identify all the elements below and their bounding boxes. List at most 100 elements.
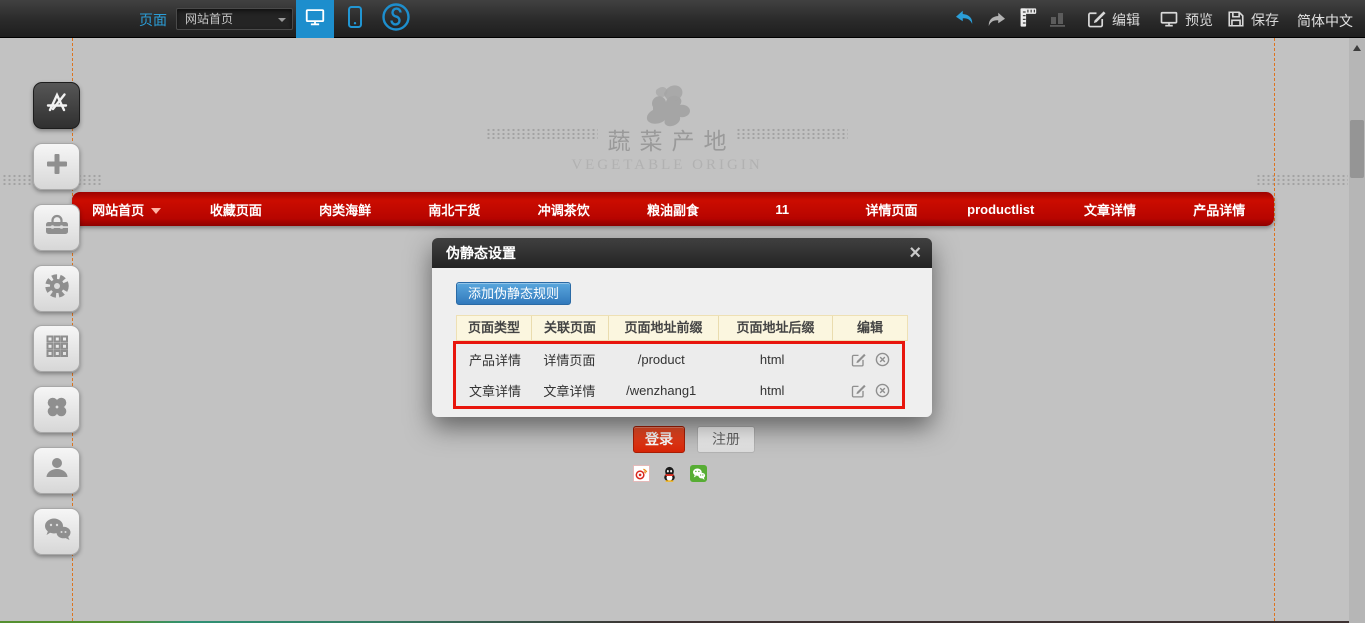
nav-item-label: 产品详情 [1193, 203, 1245, 218]
undo-button[interactable] [954, 9, 976, 31]
scroll-up-arrow-icon[interactable] [1353, 45, 1361, 51]
module-grid-icon [44, 333, 70, 364]
add-icon [44, 151, 70, 182]
nav-item[interactable]: 11 [728, 202, 837, 217]
chevron-down-icon [151, 208, 161, 214]
rule-table-header: 页面类型 关联页面 页面地址前缀 页面地址后缀 编辑 [456, 315, 908, 341]
dialog-header[interactable]: 伪静态设置 × [432, 238, 932, 268]
pencil-square-icon [1087, 9, 1106, 31]
nav-item-label: 详情页面 [865, 203, 917, 218]
page-select-value: 网站首页 [185, 12, 233, 26]
cell-url-suffix: html [716, 352, 829, 367]
stats-icon [1048, 8, 1068, 33]
nav-item-label: 肉类海鲜 [319, 203, 371, 218]
toolbox-icon [43, 213, 71, 242]
column-header: 关联页面 [532, 316, 609, 340]
share-circle-button[interactable] [376, 0, 416, 38]
redo-button[interactable] [985, 9, 1007, 31]
page-select[interactable]: 网站首页 [176, 8, 293, 30]
table-row: 产品详情 详情页面 /product html [456, 344, 902, 375]
sidebar-item-design[interactable] [33, 82, 80, 129]
phone-icon [347, 4, 363, 35]
nav-item[interactable]: 文章详情 [1055, 200, 1164, 219]
login-button[interactable]: 登录 [633, 426, 685, 453]
vertical-scrollbar[interactable] [1349, 38, 1365, 623]
nav-item[interactable]: 肉类海鲜 [291, 200, 400, 219]
save-button[interactable]: 保存 [1227, 9, 1279, 31]
nav-item-label: 文章详情 [1084, 203, 1136, 218]
cell-page-type: 产品详情 [456, 350, 530, 369]
nav-item-home[interactable]: 网站首页 [72, 200, 181, 219]
edit-row-icon[interactable] [851, 352, 866, 367]
sidebar-item-modules[interactable] [33, 325, 80, 372]
nav-item-label: 冲调茶饮 [538, 203, 590, 218]
monitor-icon [1159, 9, 1179, 32]
nav-item-label: 网站首页 [92, 203, 144, 218]
save-button-label: 保存 [1251, 10, 1279, 30]
scrollbar-thumb[interactable] [1350, 120, 1364, 178]
nav-item[interactable]: 详情页面 [837, 200, 946, 219]
dialog-title: 伪静态设置 [432, 238, 932, 268]
sidebar-item-plugins[interactable] [33, 386, 80, 433]
nav-item[interactable]: 冲调茶饮 [509, 200, 618, 219]
column-header: 页面类型 [457, 316, 532, 340]
nav-item[interactable]: 南北干货 [400, 200, 509, 219]
close-icon[interactable]: × [909, 241, 921, 265]
chevron-down-icon [278, 18, 286, 22]
register-button[interactable]: 注册 [697, 426, 755, 453]
sidebar-item-toolbox[interactable] [33, 204, 80, 251]
cell-page-type: 文章详情 [456, 381, 530, 400]
app-design-icon [43, 89, 71, 122]
site-nav-bar: 网站首页 收藏页面 肉类海鲜 南北干货 冲调茶饮 粮油副食 11 详情页面 pr… [72, 192, 1274, 226]
ruler-button[interactable] [1016, 9, 1038, 31]
nav-item[interactable]: 产品详情 [1165, 200, 1274, 219]
edit-button[interactable]: 编辑 [1087, 9, 1140, 31]
editor-canvas: 蔬菜产地 VEGETABLE ORIGIN 网站首页 收藏页面 肉类海鲜 南北干… [0, 38, 1365, 623]
sidebar-item-settings[interactable] [33, 265, 80, 312]
column-header: 页面地址前缀 [609, 316, 719, 340]
sidebar-item-add[interactable] [33, 143, 80, 190]
rule-rows-highlight-box: 产品详情 详情页面 /product html 文章详情 文章详情 [453, 341, 905, 409]
cell-linked-page: 详情页面 [530, 350, 606, 369]
settings-gear-icon [43, 272, 71, 305]
add-rule-button[interactable]: 添加伪静态规则 [456, 282, 571, 305]
delete-row-icon[interactable] [875, 352, 890, 367]
redo-icon [985, 11, 1007, 29]
delete-row-icon[interactable] [875, 383, 890, 398]
edit-row-icon[interactable] [851, 383, 866, 398]
rule-table: 页面类型 关联页面 页面地址前缀 页面地址后缀 编辑 产品详情 详情页面 /pr… [456, 315, 908, 409]
wechat-icon[interactable] [690, 465, 707, 482]
app-root: 页面 网站首页 编辑 预览 [0, 0, 1365, 623]
nav-item-label: 收藏页面 [210, 203, 262, 218]
nav-item[interactable]: 粮油副食 [618, 200, 727, 219]
table-row: 文章详情 文章详情 /wenzhang1 html [456, 375, 902, 406]
nav-item[interactable]: 收藏页面 [181, 200, 290, 219]
preview-button[interactable]: 预览 [1159, 9, 1213, 31]
dotted-divider [1256, 174, 1348, 185]
nav-item-label: 南北干货 [428, 203, 480, 218]
edit-button-label: 编辑 [1112, 10, 1140, 30]
mobile-view-button[interactable] [338, 0, 372, 38]
weibo-icon[interactable] [633, 465, 650, 482]
cell-url-prefix: /wenzhang1 [607, 383, 716, 398]
member-person-icon [44, 455, 70, 486]
nav-item[interactable]: productlist [946, 202, 1055, 217]
column-header: 页面地址后缀 [719, 316, 833, 340]
plugin-clover-icon [44, 394, 70, 425]
site-logo-subtitle: VEGETABLE ORIGIN [0, 157, 1334, 174]
sidebar-item-member[interactable] [33, 447, 80, 494]
qq-icon[interactable] [661, 465, 678, 482]
preview-button-label: 预览 [1185, 10, 1213, 30]
desktop-view-button[interactable] [296, 0, 334, 38]
pseudo-static-dialog: 伪静态设置 × 添加伪静态规则 页面类型 关联页面 页面地址前缀 页面地址后缀 … [432, 238, 932, 417]
undo-icon [954, 9, 976, 32]
stats-button [1048, 9, 1068, 31]
layout-guide-right [1274, 38, 1275, 621]
language-button[interactable]: 简体中文 [1297, 11, 1353, 31]
nav-item-label: 粮油副食 [647, 203, 699, 218]
circle-link-icon [381, 2, 411, 37]
nav-item-label: productlist [967, 202, 1034, 217]
sidebar-item-wechat[interactable] [33, 508, 80, 555]
wechat-icon [42, 516, 72, 547]
monitor-icon [304, 6, 326, 33]
